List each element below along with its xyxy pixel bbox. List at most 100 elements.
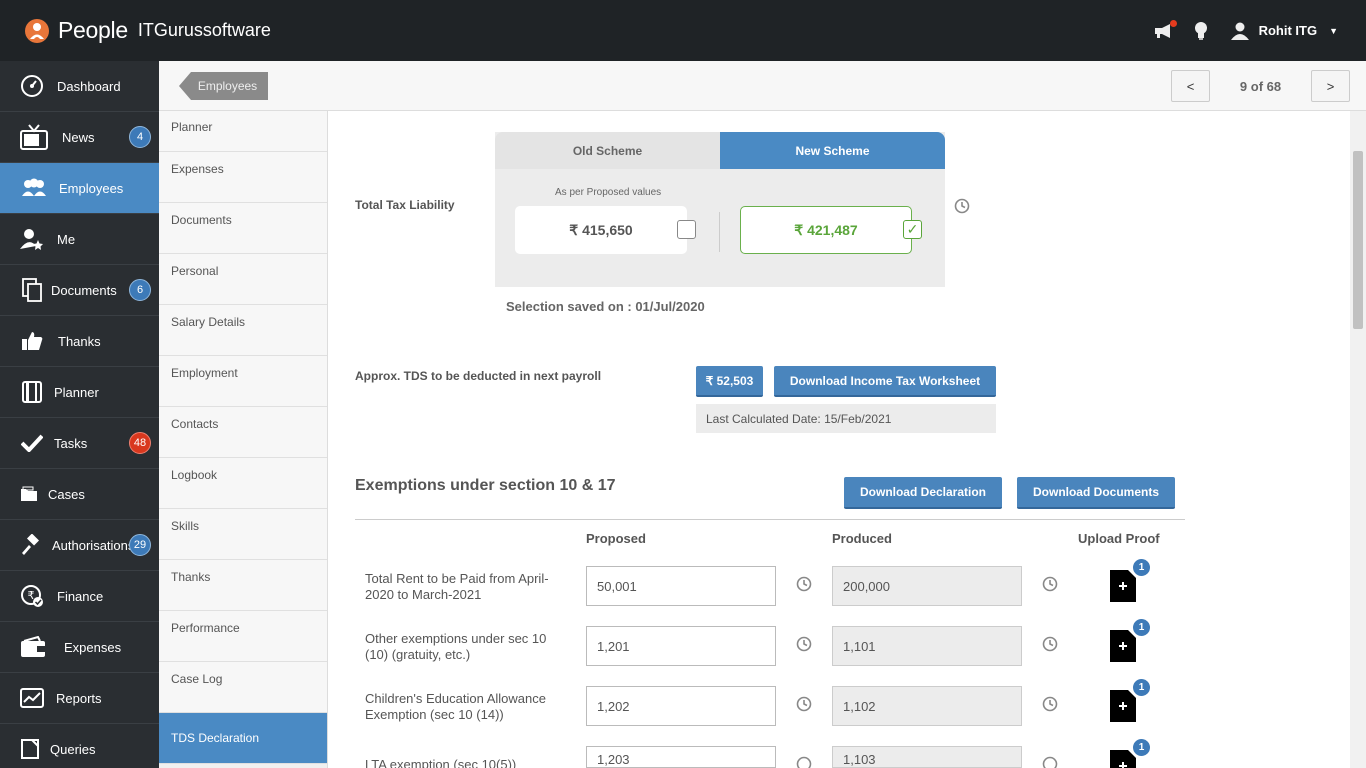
user-name: Rohit ITG <box>1258 23 1318 38</box>
news-count-badge: 4 <box>129 126 151 148</box>
tv-icon <box>20 124 48 150</box>
sidebar-item-expenses[interactable]: Expenses <box>0 622 159 673</box>
proposed-amount-input[interactable]: 50,001 <box>586 566 776 606</box>
queries-icon <box>20 737 40 761</box>
subnav-item-logbook[interactable]: Logbook <box>159 458 327 509</box>
lightbulb-icon[interactable] <box>1193 21 1209 41</box>
sidebar: Dashboard News 4 Employees Me Documents … <box>0 61 159 768</box>
column-header-upload-proof: Upload Proof <box>1078 531 1160 546</box>
subnav-item-planner[interactable]: Planner <box>159 111 327 152</box>
user-avatar-icon <box>1230 22 1249 40</box>
next-record-button[interactable]: > <box>1311 70 1350 102</box>
sidebar-item-label: Cases <box>48 486 85 502</box>
sidebar-item-label: Expenses <box>64 639 122 655</box>
proposed-history-clock-icon[interactable] <box>796 756 812 768</box>
produced-history-clock-icon[interactable] <box>1042 576 1058 592</box>
sidebar-item-employees[interactable]: Employees <box>0 163 159 214</box>
sidebar-item-label: Me <box>57 231 76 247</box>
history-clock-icon[interactable] <box>954 198 970 214</box>
proposed-amount-input[interactable]: 1,201 <box>586 626 776 666</box>
tab-old-scheme[interactable]: Old Scheme <box>495 132 720 169</box>
sidebar-item-reports[interactable]: Reports <box>0 673 159 724</box>
breadcrumb-employees[interactable]: Employees <box>179 72 268 100</box>
check-icon <box>20 431 44 455</box>
planner-icon <box>20 380 44 404</box>
proposed-history-clock-icon[interactable] <box>796 576 812 592</box>
subnav-item-employment[interactable]: Employment <box>159 356 327 407</box>
documents-count-badge: 6 <box>129 279 151 301</box>
employee-subnav: Planner Expenses Documents Personal Sala… <box>159 111 328 768</box>
subnav-item-tds-declaration[interactable]: TDS Declaration <box>159 713 327 764</box>
breadcrumb-bar: Employees < 9 of 68 > <box>159 61 1366 111</box>
proposed-history-clock-icon[interactable] <box>796 696 812 712</box>
column-header-proposed: Proposed <box>586 531 646 546</box>
download-declaration-button[interactable]: Download Declaration <box>844 477 1002 509</box>
selection-saved-text: Selection saved on : 01/Jul/2020 <box>506 299 705 314</box>
sidebar-item-label: Employees <box>59 180 124 196</box>
sidebar-item-thanks[interactable]: Thanks <box>0 316 159 367</box>
scrollbar-thumb[interactable] <box>1353 151 1363 329</box>
sidebar-item-label: Documents <box>51 282 117 298</box>
user-menu[interactable]: Rohit ITG ▼ <box>1230 22 1338 40</box>
download-documents-button[interactable]: Download Documents <box>1017 477 1175 509</box>
sidebar-item-label: Queries <box>50 741 96 757</box>
produced-history-clock-icon[interactable] <box>1042 696 1058 712</box>
sidebar-item-label: News <box>62 129 95 145</box>
total-tax-liability-label: Total Tax Liability <box>355 198 455 212</box>
old-scheme-amount: ₹ 415,650 <box>515 206 687 254</box>
sidebar-item-cases[interactable]: Cases <box>0 469 159 520</box>
sidebar-item-authorisations[interactable]: Authorisations 29 <box>0 520 159 571</box>
new-scheme-checkbox[interactable]: ✓ <box>903 220 922 239</box>
subnav-item-performance[interactable]: Performance <box>159 611 327 662</box>
sidebar-item-dashboard[interactable]: Dashboard <box>0 61 159 112</box>
prev-record-button[interactable]: < <box>1171 70 1210 102</box>
tds-declaration-panel: Total Tax Liability Old Scheme New Schem… <box>328 111 1350 768</box>
documents-icon <box>20 278 44 302</box>
logo[interactable]: People ITGurussoftware <box>24 17 271 45</box>
sidebar-item-queries[interactable]: Queries <box>0 724 159 768</box>
sidebar-item-label: Tasks <box>54 435 88 451</box>
upload-count-badge: 1 <box>1131 557 1152 578</box>
exemption-row-label: LTA exemption (sec 10(5)) <box>365 757 517 768</box>
notification-dot <box>1169 19 1177 27</box>
record-count: 9 of 68 <box>1239 78 1282 94</box>
produced-history-clock-icon[interactable] <box>1042 636 1058 652</box>
subnav-item-contacts[interactable]: Contacts <box>159 407 327 458</box>
proposed-amount-input[interactable]: 1,203 <box>586 746 776 768</box>
subnav-item-expenses[interactable]: Expenses <box>159 152 327 203</box>
upload-count-badge: 1 <box>1131 617 1152 638</box>
sidebar-item-news[interactable]: News 4 <box>0 112 159 163</box>
sidebar-item-finance[interactable]: ₹ Finance <box>0 571 159 622</box>
subnav-item-personal[interactable]: Personal <box>159 254 327 305</box>
subnav-item-documents[interactable]: Documents <box>159 203 327 254</box>
produced-amount-field: 1,103 <box>832 746 1022 768</box>
proposed-history-clock-icon[interactable] <box>796 636 812 652</box>
gavel-icon <box>20 533 42 557</box>
upload-proof-icon[interactable] <box>1110 690 1136 722</box>
upload-proof-icon[interactable] <box>1110 630 1136 662</box>
tab-new-scheme[interactable]: New Scheme <box>720 132 945 169</box>
sidebar-item-label: Thanks <box>58 333 101 349</box>
subnav-item-case-log[interactable]: Case Log <box>159 662 327 713</box>
subnav-item-skills[interactable]: Skills <box>159 509 327 560</box>
sidebar-item-planner[interactable]: Planner <box>0 367 159 418</box>
subnav-item-salary-details[interactable]: Salary Details <box>159 305 327 356</box>
page-scrollbar[interactable] <box>1350 111 1366 768</box>
folder-icon <box>20 482 38 506</box>
sidebar-item-tasks[interactable]: Tasks 48 <box>0 418 159 469</box>
sidebar-item-me[interactable]: Me <box>0 214 159 265</box>
sidebar-item-label: Dashboard <box>57 78 121 94</box>
subnav-item-thanks[interactable]: Thanks <box>159 560 327 611</box>
produced-history-clock-icon[interactable] <box>1042 756 1058 768</box>
old-scheme-checkbox[interactable] <box>677 220 696 239</box>
section-divider <box>355 519 1185 520</box>
produced-amount-field: 200,000 <box>832 566 1022 606</box>
sidebar-item-documents[interactable]: Documents 6 <box>0 265 159 316</box>
announcement-icon[interactable] <box>1153 19 1177 39</box>
upload-proof-icon[interactable] <box>1110 570 1136 602</box>
proposed-amount-input[interactable]: 1,202 <box>586 686 776 726</box>
exemption-row-label: Other exemptions under sec 10 (10) (grat… <box>365 631 547 662</box>
column-header-produced: Produced <box>832 531 892 546</box>
download-income-tax-worksheet-button[interactable]: Download Income Tax Worksheet <box>774 366 996 397</box>
tasks-count-badge: 48 <box>129 432 151 454</box>
